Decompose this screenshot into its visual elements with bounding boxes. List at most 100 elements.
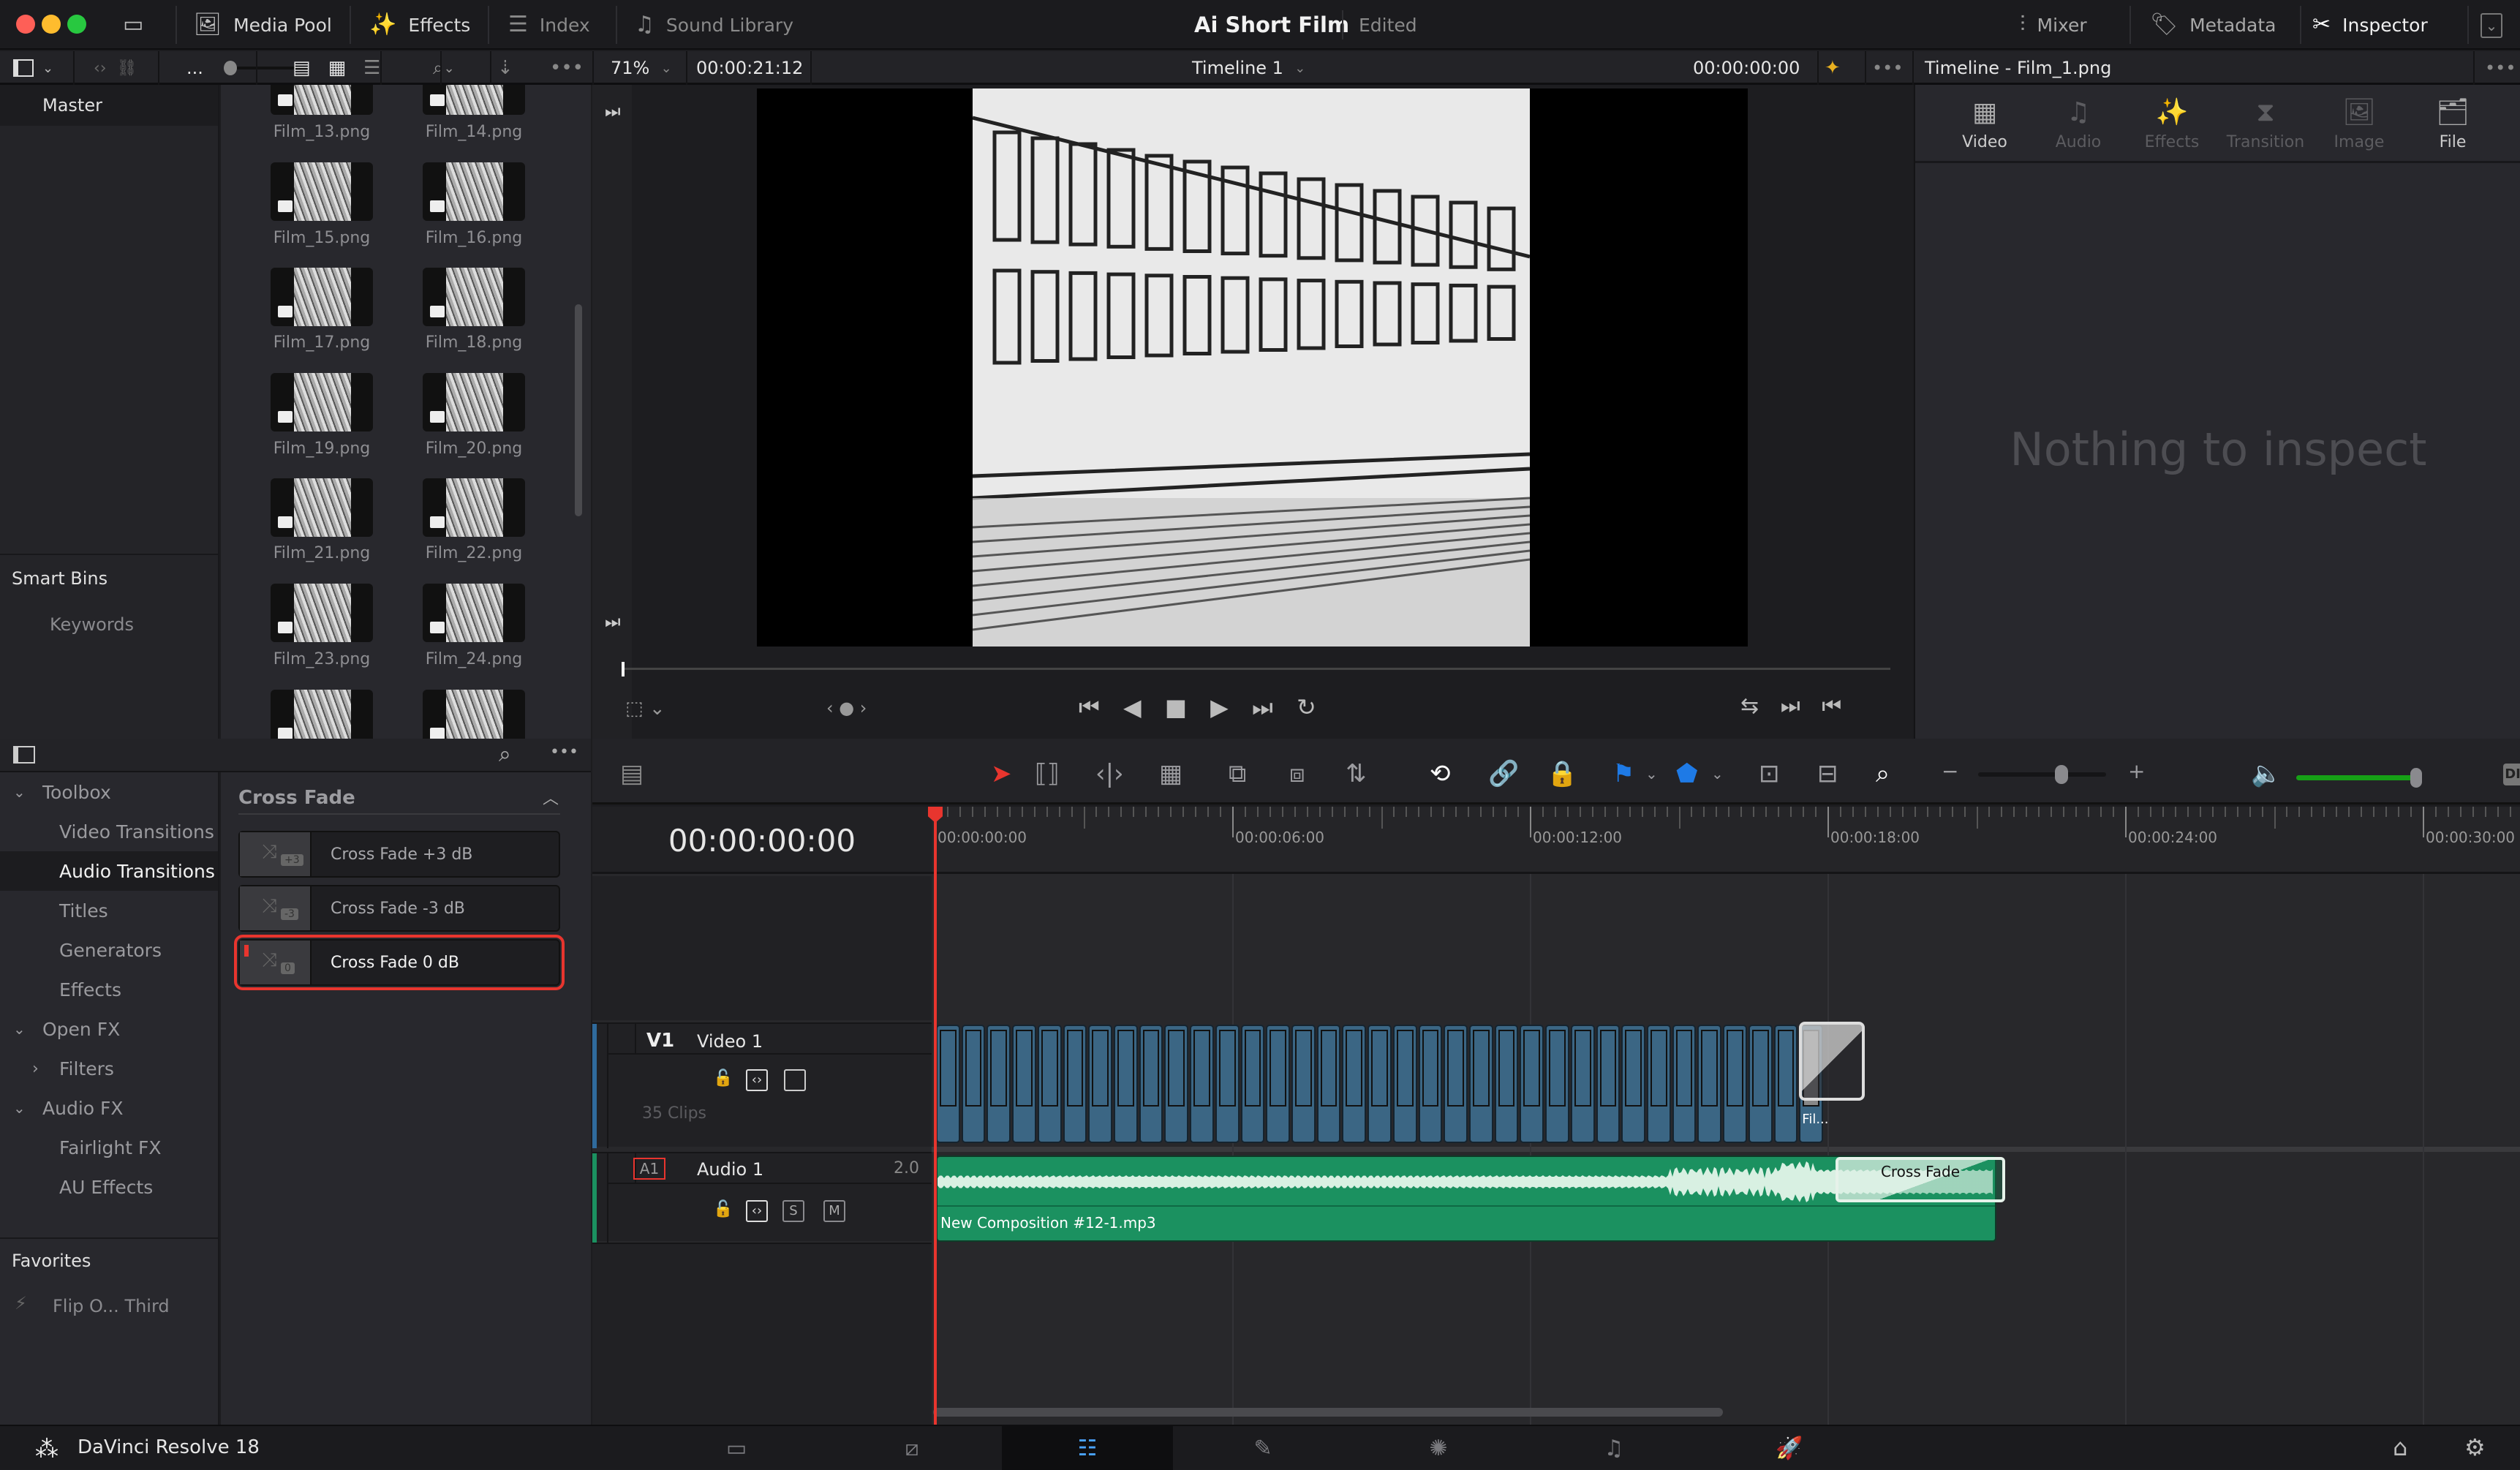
snapping-icon[interactable]: ⟲ xyxy=(1430,759,1451,788)
video-clip[interactable] xyxy=(936,1025,960,1143)
timeline-view-options-icon[interactable]: ▤ xyxy=(620,759,644,788)
search-icon[interactable]: ⌕ xyxy=(499,742,511,767)
panel-layout-button[interactable]: ⌄ xyxy=(13,51,53,85)
blade-tool-icon[interactable]: ▦ xyxy=(1159,759,1182,788)
replace-clip-icon[interactable]: ⇅ xyxy=(1346,759,1367,788)
minimize-window-button[interactable] xyxy=(42,15,61,34)
viewer-options-button[interactable]: ••• xyxy=(1872,51,1903,85)
video-transition[interactable] xyxy=(1799,1022,1865,1101)
media-thumbnail[interactable] xyxy=(271,690,373,739)
collapse-chevron-icon[interactable]: ︿ xyxy=(543,785,559,809)
video-clip[interactable] xyxy=(1520,1025,1544,1143)
video-clip[interactable] xyxy=(1240,1025,1265,1143)
zoom-detail-icon[interactable]: ⊟ xyxy=(1817,759,1838,788)
media-thumbnail[interactable] xyxy=(271,268,373,326)
trim-tool-icon[interactable]: ⟦⟧ xyxy=(1035,759,1060,788)
deliver-page-button[interactable]: 🚀 xyxy=(1704,1426,1875,1470)
video-clip[interactable] xyxy=(1114,1025,1138,1143)
video-clip[interactable] xyxy=(1621,1025,1645,1143)
media-label[interactable]: Film_24.png xyxy=(408,650,540,668)
sound-library-button[interactable]: ♫ Sound Library xyxy=(635,0,793,50)
video-clip[interactable] xyxy=(1139,1025,1163,1143)
viewer-zoom-select[interactable]: 71% ⌄ xyxy=(611,51,672,85)
lock-icon[interactable]: 🔓 xyxy=(713,1200,733,1218)
transition-item[interactable]: ⤨ +3 Cross Fade +3 dB xyxy=(238,831,560,878)
media-label[interactable]: Film_22.png xyxy=(408,544,540,562)
close-window-button[interactable] xyxy=(16,15,35,34)
timeline-selector[interactable]: Timeline 1 ⌄ xyxy=(1192,51,1305,85)
rewind-to-start-icon[interactable]: ⏮ xyxy=(1079,693,1100,721)
inspector-tab-image[interactable]: 🖼 Image xyxy=(2315,99,2403,152)
video-clip[interactable] xyxy=(1316,1025,1341,1143)
media-thumbnail[interactable] xyxy=(271,162,373,221)
track-visibility-icon[interactable] xyxy=(784,1069,806,1091)
sidebar-toggle-icon[interactable] xyxy=(13,746,35,764)
metadata-view-icon[interactable]: ▤ xyxy=(293,57,311,79)
video-clip[interactable] xyxy=(1063,1025,1087,1143)
media-thumbnail[interactable] xyxy=(423,268,525,326)
tree-item-audio-transitions[interactable]: Audio Transitions xyxy=(0,851,218,891)
favorite-item[interactable]: Flip O... Third xyxy=(53,1296,170,1316)
go-to-last-frame-icon[interactable]: ⏭ xyxy=(605,611,621,632)
media-label[interactable]: Film_15.png xyxy=(256,229,388,247)
viewer-mode-icon[interactable]: ⬚ ⌄ xyxy=(625,698,665,720)
overwrite-clip-icon[interactable]: ⧈ xyxy=(1289,759,1305,788)
video-clip[interactable] xyxy=(1215,1025,1240,1143)
metadata-button[interactable]: 🏷 Metadata xyxy=(2150,0,2276,50)
media-thumbnail[interactable] xyxy=(423,85,525,115)
timeline-ruler[interactable]: 00:00:00:00 00:00:06:00 00:00:12:00 00:00:1… xyxy=(932,807,2520,874)
video-clip[interactable] xyxy=(1367,1025,1392,1143)
tree-item-effects[interactable]: Effects xyxy=(0,970,218,1009)
video-clip[interactable] xyxy=(1723,1025,1747,1143)
video-clip[interactable] xyxy=(1088,1025,1112,1143)
video-clip[interactable] xyxy=(1266,1025,1290,1143)
thumbnail-view-icon[interactable]: ▦ xyxy=(328,57,347,79)
jog-control[interactable]: ‹ ● › xyxy=(826,698,867,718)
auto-select-icon[interactable]: ‹› xyxy=(746,1200,768,1222)
edit-page-button[interactable]: ☷ xyxy=(1002,1426,1173,1470)
inspector-tab-audio[interactable]: ♫ Audio xyxy=(2034,99,2122,152)
media-label[interactable]: Film_19.png xyxy=(256,440,388,458)
slider-handle[interactable] xyxy=(2054,765,2068,784)
video-clip[interactable] xyxy=(1342,1025,1367,1143)
timeline-zoom-slider[interactable] xyxy=(1978,765,2106,784)
match-frame-icon[interactable]: ⇆ xyxy=(1740,693,1759,719)
go-to-first-frame-icon[interactable]: ⏭ xyxy=(605,101,621,121)
more-options-icon[interactable]: ••• xyxy=(550,743,578,761)
play-icon[interactable]: ▶ xyxy=(1210,693,1229,721)
scrubber-bar[interactable] xyxy=(622,662,1890,676)
zoom-to-fit-icon[interactable]: ⊡ xyxy=(1759,759,1780,788)
chevron-down-icon[interactable]: ⌄ xyxy=(1645,765,1658,783)
playhead[interactable] xyxy=(934,807,937,1425)
settings-gear-icon[interactable]: ⚙ xyxy=(2464,1433,2486,1461)
inspector-tab-video[interactable]: ▦ Video xyxy=(1941,99,2029,152)
video-clip[interactable] xyxy=(1672,1025,1697,1143)
video-clip[interactable] xyxy=(1012,1025,1036,1143)
video-clip[interactable] xyxy=(1291,1025,1316,1143)
video-clip[interactable] xyxy=(1469,1025,1493,1143)
media-thumbnail[interactable] xyxy=(271,85,373,115)
mixer-button[interactable]: ⫶ Mixer xyxy=(2020,0,2087,50)
tree-item-generators[interactable]: Generators xyxy=(0,930,218,970)
audio-transition-crossfade[interactable]: Cross Fade xyxy=(1836,1157,2005,1202)
track-name-video-1[interactable]: Video 1 xyxy=(697,1031,763,1052)
media-thumbnail[interactable] xyxy=(271,373,373,431)
media-thumbnail[interactable] xyxy=(423,373,525,431)
tree-item-audio-fx[interactable]: ⌄ Audio FX xyxy=(0,1088,218,1128)
home-icon[interactable]: ⌂ xyxy=(2393,1433,2407,1461)
media-label[interactable]: Film_18.png xyxy=(408,333,540,352)
media-thumbnail[interactable] xyxy=(271,478,373,537)
volume-slider[interactable] xyxy=(2296,768,2422,788)
media-thumbnail[interactable] xyxy=(423,162,525,221)
media-label[interactable]: Film_14.png xyxy=(408,123,540,141)
track-name-audio-1[interactable]: Audio 1 xyxy=(697,1159,763,1180)
video-clip[interactable] xyxy=(1570,1025,1595,1143)
marker-icon[interactable]: ⬟ xyxy=(1676,759,1698,788)
track-id-a1[interactable]: A1 xyxy=(633,1158,665,1180)
mute-button[interactable]: M xyxy=(823,1200,845,1222)
tree-item-titles[interactable]: Titles xyxy=(0,891,218,930)
media-thumbnail[interactable] xyxy=(271,584,373,642)
tree-item-au-effects[interactable]: AU Effects xyxy=(0,1167,218,1207)
media-pool-button[interactable]: 🖼 Media Pool xyxy=(194,0,332,50)
stop-icon[interactable]: ■ xyxy=(1165,693,1187,721)
